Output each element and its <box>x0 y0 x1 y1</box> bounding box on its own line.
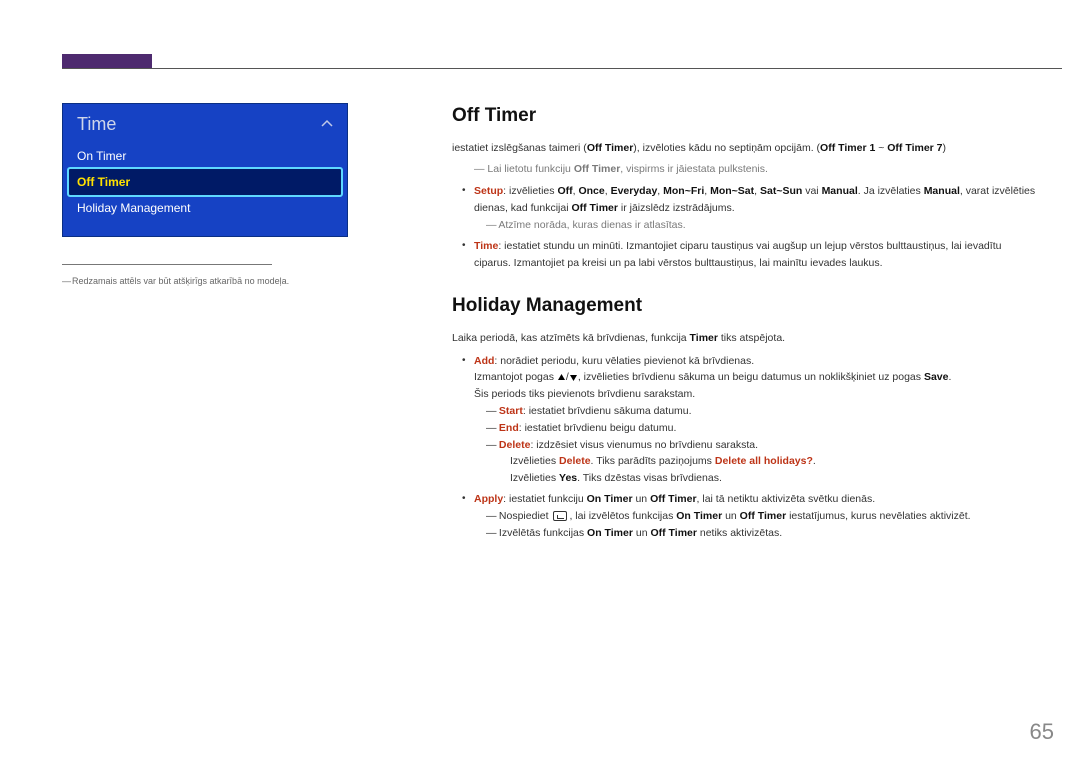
sub-end: ― End: iestatiet brīvdienu beigu datumu. <box>498 420 1036 437</box>
side-note-rule <box>62 264 272 265</box>
content: Off Timer iestatiet izslēgšanas taimeri … <box>452 105 1036 547</box>
sub-delete: ― Delete: izdzēsiet visus vienumus no br… <box>498 437 1036 454</box>
triangle-up-icon <box>557 373 566 382</box>
page-number: 65 <box>1030 719 1054 745</box>
chevron-up-icon <box>321 118 333 130</box>
list-item-add: Add: norādiet periodu, kuru vēlaties pie… <box>474 353 1036 487</box>
sub-apply-2: ― Izvēlētās funkcijas On Timer un Off Ti… <box>498 525 1036 542</box>
menu-item-holiday-management[interactable]: Holiday Management <box>63 195 347 221</box>
page: Time On Timer Off Timer Holiday Manageme… <box>0 0 1080 763</box>
menu-item-on-timer[interactable]: On Timer <box>63 143 347 169</box>
sub-delete-msg2: Izvēlieties Yes. Tiks dzēstas visas brīv… <box>510 470 1036 487</box>
enter-icon <box>553 511 567 521</box>
setup-subnote: ― Atzīme norāda, kuras dienas ir atlasīt… <box>498 217 1036 234</box>
list-item-setup: Setup: izvēlieties Off, Once, Everyday, … <box>474 183 1036 233</box>
sub-apply-1: ― Nospiediet , lai izvēlētos funkcijas O… <box>498 508 1036 525</box>
heading-off-timer: Off Timer <box>452 105 1036 127</box>
menu-panel: Time On Timer Off Timer Holiday Manageme… <box>62 103 348 237</box>
off-timer-intro: iestatiet izslēgšanas taimeri (Off Timer… <box>452 141 1036 156</box>
header-rule <box>62 68 1062 69</box>
heading-holiday-management: Holiday Management <box>452 295 1036 317</box>
off-timer-note-clock: ― Lai lietotu funkciju Off Timer, vispir… <box>474 162 1036 177</box>
menu-title: Time <box>63 110 347 143</box>
list-item-apply: Apply: iestatiet funkciju On Timer un Of… <box>474 491 1036 541</box>
side-note: ―Redzamais attēls var būt atšķirīgs atka… <box>62 276 362 286</box>
list-item-time: Time: iestatiet stundu un minūti. Izmant… <box>474 238 1036 272</box>
triangle-down-icon <box>569 373 578 382</box>
header-accent <box>62 54 152 68</box>
hm-intro: Laika periodā, kas atzīmēts kā brīvdiena… <box>452 331 1036 346</box>
sub-start: ― Start: iestatiet brīvdienu sākuma datu… <box>498 403 1036 420</box>
menu-item-off-timer[interactable]: Off Timer <box>69 169 341 195</box>
hm-list: Add: norādiet periodu, kuru vēlaties pie… <box>474 353 1036 542</box>
sub-delete-msg1: Izvēlieties Delete. Tiks parādīts paziņo… <box>510 453 1036 470</box>
off-timer-list: Setup: izvēlieties Off, Once, Everyday, … <box>474 183 1036 271</box>
